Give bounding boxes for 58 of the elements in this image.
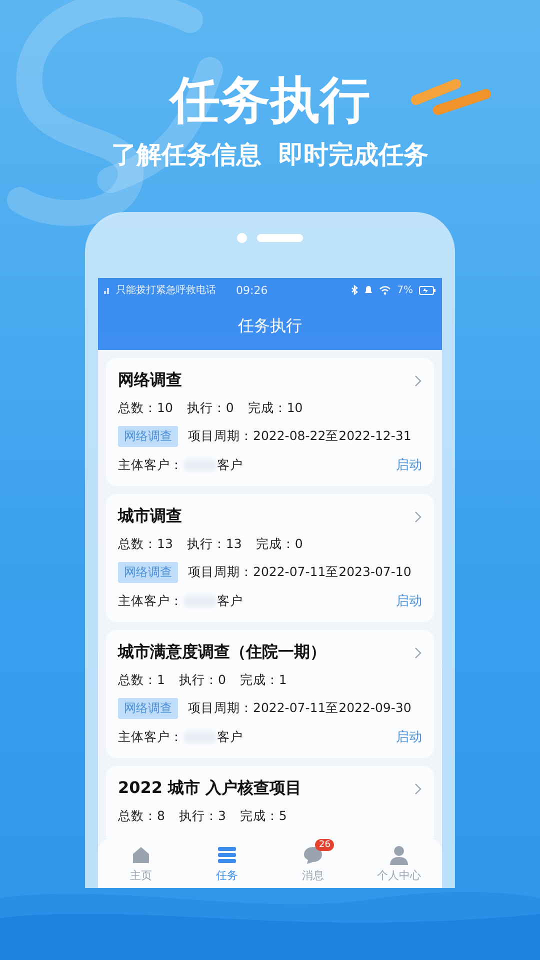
carrier-text: 只能拨打紧急呼救电话 [116, 284, 216, 297]
task-card[interactable]: 城市调查 总数：13 执行：13 完成：0 网络调查 项目周期：2022-07-11至2023-07-10 主体客户： 客户 启动 [106, 494, 434, 622]
tab-item[interactable]: 个人中心 [356, 838, 442, 888]
tab-item[interactable]: 26 消息 [270, 838, 356, 888]
start-link[interactable]: 启动 [396, 728, 422, 746]
battery-percent: 7% [397, 284, 413, 296]
type-tag: 网络调查 [118, 426, 178, 447]
task-title: 城市调查 [118, 506, 183, 527]
stat-text: 执行：13 [186, 536, 242, 553]
stat-text: 执行：0 [186, 400, 234, 417]
client-name: 客户 [217, 456, 243, 474]
stat-text: 总数：8 [118, 808, 165, 825]
type-tag: 网络调查 [118, 698, 178, 719]
person-icon [388, 844, 410, 866]
status-time: 09:26 [236, 284, 269, 296]
camera-dot [237, 233, 247, 243]
stat-text: 完成：1 [240, 672, 287, 689]
signal-icon [104, 286, 110, 294]
stat-text: 总数：1 [118, 672, 165, 689]
stat-text: 执行：3 [178, 808, 226, 825]
hero-title: 任务执行 [170, 70, 370, 131]
period-text: 项目周期：2022-08-22至2022-12-31 [188, 428, 412, 445]
wifi-icon [379, 285, 392, 295]
period-text: 项目周期：2022-07-11至2022-09-30 [188, 700, 412, 717]
type-tag: 网络调查 [118, 562, 178, 583]
hero-subtitle: 了解任务信息 即时完成任务 [111, 139, 429, 171]
tab-item[interactable]: 任务 [184, 838, 270, 888]
tab-item[interactable]: 主页 [98, 838, 184, 888]
task-card[interactable]: 城市满意度调查（住院一期） 总数：1 执行：0 完成：1 网络调查 项目周期：2022-07-11至2022-09-30 主体客户： 客户 启动 [106, 630, 434, 758]
stat-text: 完成：5 [240, 808, 287, 825]
task-title: 2022 城市 入户核查项目 [118, 778, 303, 799]
header-title: 任务执行 [238, 316, 302, 336]
stat-text: 总数：10 [118, 400, 173, 417]
client-label: 主体客户： [118, 728, 183, 746]
bell-icon [364, 285, 374, 295]
client-label: 主体客户： [118, 592, 183, 610]
stat-text: 完成：0 [256, 536, 303, 553]
chevron-icon [414, 782, 422, 794]
stat-text: 完成：10 [248, 400, 303, 417]
task-card[interactable]: 网络调查 总数：10 执行：0 完成：10 网络调查 项目周期：2022-08-22至2022-12-31 主体客户： 客户 启动 [106, 358, 434, 486]
start-link[interactable]: 启动 [396, 456, 422, 474]
client-name: 客户 [217, 592, 243, 610]
chevron-icon [414, 374, 422, 386]
speaker-slot [257, 234, 303, 242]
bluetooth-icon [351, 285, 358, 295]
client-name: 客户 [217, 728, 243, 746]
period-text: 项目周期：2022-07-11至2023-07-10 [188, 564, 412, 581]
start-link[interactable]: 启动 [396, 592, 422, 610]
chevron-icon [414, 510, 422, 522]
client-label: 主体客户： [118, 456, 183, 474]
stat-text: 执行：0 [178, 672, 226, 689]
task-card[interactable]: 2022 城市 入户核查项目 总数：8 执行：3 完成：5 [106, 766, 434, 838]
battery-icon [419, 286, 436, 294]
task-title: 城市满意度调查（住院一期） [118, 642, 327, 663]
unread-badge: 26 [315, 839, 334, 851]
stat-text: 总数：13 [118, 536, 173, 553]
chevron-icon [414, 646, 422, 658]
task-title: 网络调查 [118, 370, 183, 391]
